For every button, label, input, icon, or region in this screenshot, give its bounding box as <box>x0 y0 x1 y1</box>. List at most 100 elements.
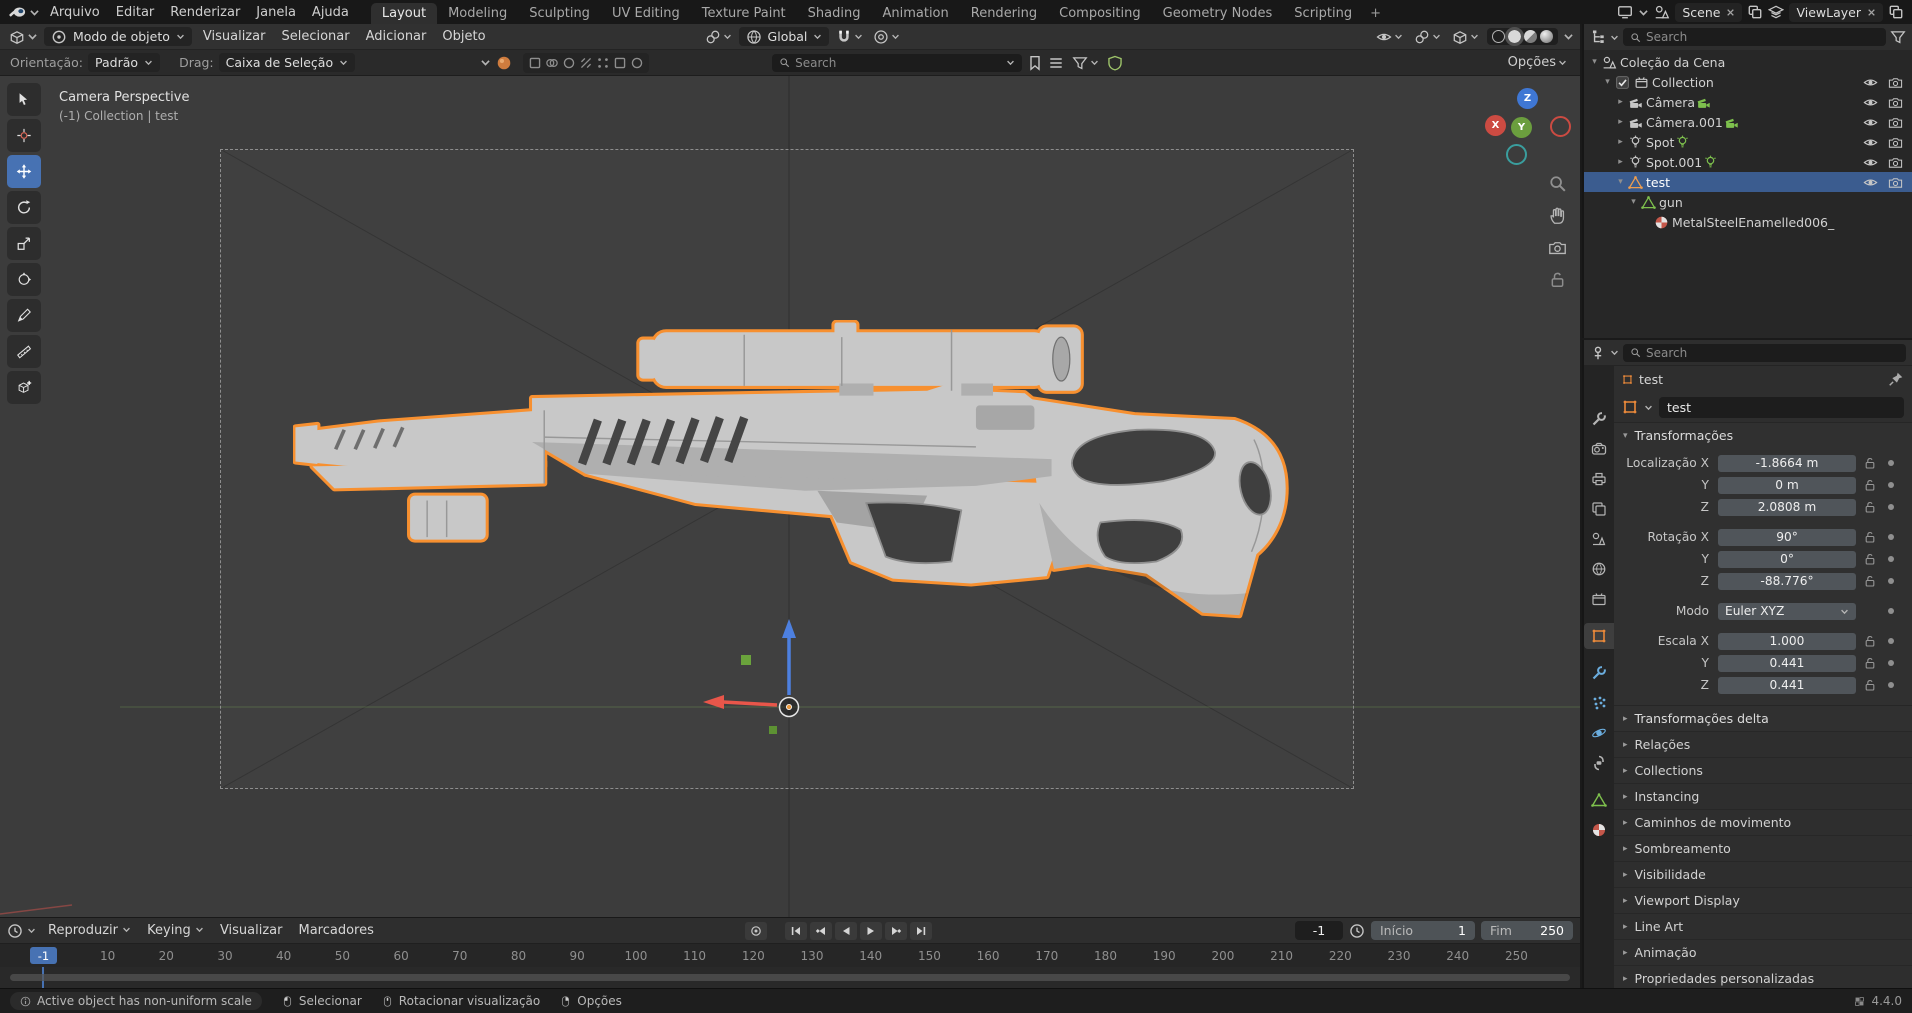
workspace-tab-animation[interactable]: Animation <box>871 3 959 24</box>
prop-field-modo[interactable]: Euler XYZ <box>1718 603 1856 620</box>
workspace-tab-geometry-nodes[interactable]: Geometry Nodes <box>1152 3 1284 24</box>
frame-end-field[interactable]: Fim 250 <box>1481 921 1573 940</box>
properties-tab-scene[interactable] <box>1584 526 1614 552</box>
axis-x-neg-ball[interactable] <box>1550 116 1571 137</box>
properties-tab-particles[interactable] <box>1584 690 1614 716</box>
axis-x-ball[interactable]: X <box>1485 115 1506 136</box>
expand-down-icon[interactable]: ▾ <box>1588 57 1601 67</box>
disable-render-icon[interactable] <box>1888 115 1903 130</box>
disable-render-icon[interactable] <box>1888 155 1903 170</box>
menu-ajuda[interactable]: Ajuda <box>304 3 357 22</box>
breadcrumb-object-name[interactable]: test <box>1639 372 1663 387</box>
lock-icon[interactable] <box>1863 678 1877 692</box>
workspace-tab-modeling[interactable]: Modeling <box>437 3 518 24</box>
jump-end-button[interactable] <box>910 922 932 940</box>
tool-rotate[interactable] <box>7 191 41 224</box>
properties-tab-viewlayer[interactable] <box>1584 496 1614 522</box>
lock-icon[interactable] <box>1863 478 1877 492</box>
toggle-circle-icon[interactable] <box>561 55 577 71</box>
lock-icon[interactable] <box>1863 530 1877 544</box>
expand-down-icon[interactable]: ▾ <box>1601 77 1614 87</box>
timeline-track-area[interactable] <box>0 967 1580 988</box>
editor-type-selector[interactable] <box>6 29 41 45</box>
gizmo-x-arrow[interactable] <box>703 695 724 709</box>
lock-icon[interactable] <box>1863 656 1877 670</box>
animate-dot[interactable] <box>1888 682 1894 688</box>
new-scene-icon[interactable] <box>1747 4 1763 20</box>
workspace-tab-sculpting[interactable]: Sculpting <box>518 3 601 24</box>
workspace-tab-texture-paint[interactable]: Texture Paint <box>691 3 797 24</box>
panel-relacoes[interactable]: ▸Relações <box>1614 731 1912 757</box>
orientation-selector[interactable]: Global <box>739 27 830 46</box>
hide-viewport-icon[interactable] <box>1863 95 1878 110</box>
properties-tab-material[interactable] <box>1584 817 1614 843</box>
shading-wireframe-button[interactable] <box>1492 30 1505 43</box>
delta-transform-panel-header[interactable]: ▸ Transformações delta <box>1614 705 1912 731</box>
snapping-toggle[interactable] <box>833 29 866 45</box>
properties-tab-physics[interactable] <box>1584 720 1614 746</box>
scene-selector[interactable]: Scene <box>1675 3 1742 22</box>
timeline-menu-keying[interactable]: Keying <box>139 921 212 940</box>
panel-line-art[interactable]: ▸Line Art <box>1614 913 1912 939</box>
pan-icon[interactable] <box>1548 206 1567 225</box>
play-back-button[interactable] <box>835 922 857 940</box>
transform-panel-header[interactable]: ▾ Transformações <box>1614 422 1912 448</box>
toggle-dots-icon[interactable] <box>595 55 611 71</box>
outliner-search-input[interactable] <box>1646 30 1879 44</box>
toggle-square2-icon[interactable] <box>612 55 628 71</box>
collection-checkbox[interactable] <box>1615 75 1630 90</box>
timeline-scrollbar[interactable] <box>10 974 1570 981</box>
lock-icon[interactable] <box>1863 500 1877 514</box>
gun-object[interactable] <box>293 320 1293 625</box>
timeline-menu-reproduzir[interactable]: Reproduzir <box>40 921 139 940</box>
workspace-tab-uv-editing[interactable]: UV Editing <box>601 3 691 24</box>
hide-viewport-icon[interactable] <box>1863 75 1878 90</box>
gizmo-z-arrow[interactable] <box>782 619 796 638</box>
material-preview-icon[interactable] <box>496 55 512 71</box>
toggle-square-icon[interactable] <box>527 55 543 71</box>
toggle-diagonal-icon[interactable] <box>578 55 594 71</box>
panel-instancing[interactable]: ▸Instancing <box>1614 783 1912 809</box>
tool-search-input[interactable] <box>795 56 1001 70</box>
properties-tab-output[interactable] <box>1584 466 1614 492</box>
panel-visibilidade[interactable]: ▸Visibilidade <box>1614 861 1912 887</box>
animate-dot[interactable] <box>1888 504 1894 510</box>
frame-start-field[interactable]: Início 1 <box>1371 921 1475 940</box>
outliner-editor-caret-icon[interactable] <box>1610 33 1619 42</box>
tool-options-caret-icon[interactable] <box>480 57 491 68</box>
properties-tab-collection[interactable] <box>1584 586 1614 612</box>
viewport-menu-visualizar[interactable]: Visualizar <box>195 27 274 46</box>
outliner-editor-icon[interactable] <box>1590 29 1606 45</box>
animate-dot[interactable] <box>1888 556 1894 562</box>
move-gizmo[interactable] <box>689 607 889 807</box>
viewport-menu-adicionar[interactable]: Adicionar <box>358 27 435 46</box>
timeline-editor-caret-icon[interactable] <box>27 926 36 935</box>
tool-move[interactable] <box>7 155 41 188</box>
shield-icon[interactable] <box>1107 55 1123 71</box>
outliner-row-gun[interactable]: ▾ gun <box>1584 192 1912 212</box>
expand-down-icon[interactable]: ▾ <box>1614 177 1627 187</box>
jump-start-button[interactable] <box>785 922 807 940</box>
mode-selector[interactable]: Modo de objeto <box>44 27 192 46</box>
properties-tab-object[interactable] <box>1584 623 1614 649</box>
outliner-row-collection[interactable]: ▾ Collection <box>1584 72 1912 92</box>
menu-janela[interactable]: Janela <box>248 3 304 22</box>
outliner-row-camera[interactable]: ▸ Câmera <box>1584 92 1912 112</box>
gizmos-toggle[interactable] <box>1411 29 1444 45</box>
menu-arquivo[interactable]: Arquivo <box>42 3 108 22</box>
object-name-field[interactable] <box>1659 397 1904 418</box>
outliner-row-camera-001[interactable]: ▸ Câmera.001 <box>1584 112 1912 132</box>
timeline-editor-icon[interactable] <box>7 923 23 939</box>
pin-icon[interactable] <box>1888 371 1904 387</box>
shading-rendered-button[interactable] <box>1540 30 1553 43</box>
prop-field-rotacao-x[interactable]: 90° <box>1718 529 1856 546</box>
disable-render-icon[interactable] <box>1888 75 1903 90</box>
play-button[interactable] <box>860 922 882 940</box>
gizmo-y-handle[interactable] <box>741 655 751 665</box>
outliner-row-spot[interactable]: ▸ Spot <box>1584 132 1912 152</box>
lock-icon[interactable] <box>1863 574 1877 588</box>
lock-icon[interactable] <box>1548 270 1567 289</box>
timeline-ruler[interactable]: 1020304050607080901001101201301401501601… <box>0 943 1580 967</box>
filter-group[interactable] <box>1069 55 1102 71</box>
properties-search-box[interactable] <box>1623 344 1906 362</box>
